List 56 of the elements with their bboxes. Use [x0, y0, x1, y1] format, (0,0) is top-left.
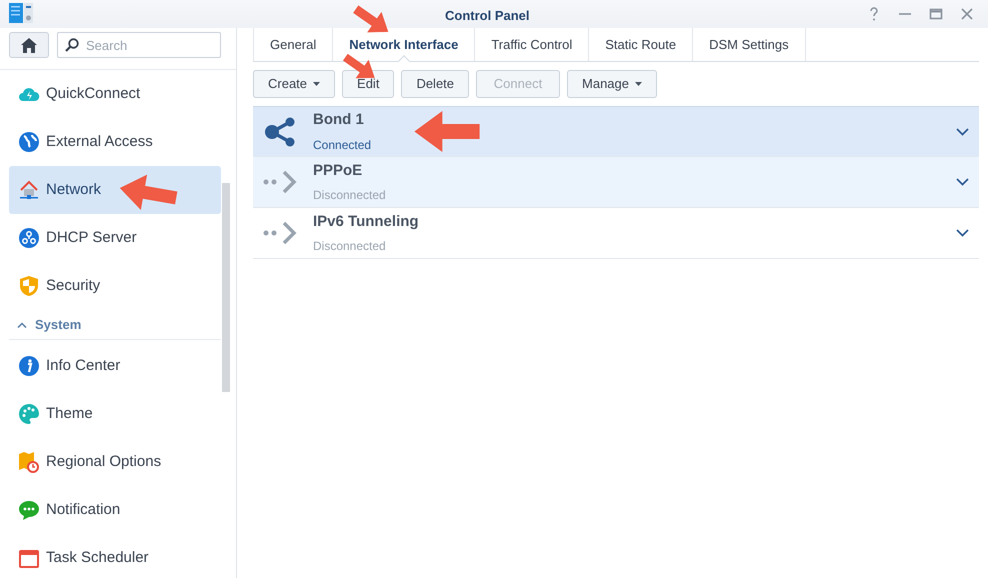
calendar-icon: [18, 547, 40, 569]
home-icon: [21, 38, 37, 52]
sidebar-item[interactable]: Theme: [9, 390, 221, 438]
interface-row[interactable]: Bond 1 Connected: [253, 106, 979, 157]
map-clock-icon: [18, 451, 40, 473]
maximize-icon: [929, 7, 943, 21]
interface-name: Bond 1: [313, 110, 365, 130]
chevron-down-icon[interactable]: [956, 229, 969, 237]
caret-icon: [313, 82, 320, 86]
interface-name: IPv6 Tunneling: [313, 212, 419, 232]
nodes-icon: [18, 227, 40, 249]
sidebar-item[interactable]: Task Scheduler: [9, 534, 221, 578]
dots-chevron-icon: [263, 169, 297, 195]
home-button[interactable]: [9, 32, 49, 58]
info-icon: [18, 355, 40, 377]
close-button[interactable]: [960, 7, 974, 21]
sidebar-item[interactable]: External Access: [9, 118, 221, 166]
maximize-button[interactable]: [929, 7, 943, 21]
app-logo-icon: [9, 3, 33, 23]
palette-icon: [18, 403, 40, 425]
sidebar-item[interactable]: Security: [9, 262, 221, 310]
search-icon: [65, 38, 79, 52]
interface-name: PPPoE: [313, 160, 364, 181]
globe-icon: [18, 131, 40, 153]
toolbar-button[interactable]: Edit: [342, 70, 394, 98]
search-field[interactable]: Search: [57, 32, 221, 58]
window-title: Control Panel: [445, 7, 530, 25]
scrollbar[interactable]: [222, 183, 230, 392]
sidebar-item[interactable]: DHCP Server: [9, 214, 221, 262]
annotation-arrow: [414, 111, 480, 152]
interface-row[interactable]: PPPoE Disconnected: [253, 157, 979, 208]
chevron-down-icon[interactable]: [956, 178, 969, 186]
house-network-icon: [18, 179, 40, 201]
tab[interactable]: DSM Settings: [693, 28, 806, 61]
shield-icon: [18, 275, 40, 297]
interface-status: Disconnected: [313, 187, 386, 204]
sidebar-item[interactable]: Network: [9, 166, 221, 214]
chevron-down-icon[interactable]: [956, 128, 969, 136]
sidebar-item[interactable]: QuickConnect: [9, 70, 221, 118]
sidebar-item[interactable]: Notification: [9, 486, 221, 534]
tab[interactable]: Traffic Control: [475, 28, 590, 61]
interface-status: Connected: [313, 136, 372, 154]
caret-icon: [635, 82, 642, 86]
share-icon: [263, 116, 297, 146]
sidebar-item[interactable]: Info Center: [9, 342, 221, 390]
toolbar-button[interactable]: Manage: [567, 70, 657, 98]
tab[interactable]: Static Route: [589, 28, 694, 61]
speech-bubble-icon: [18, 499, 40, 521]
close-icon: [960, 7, 974, 21]
tab[interactable]: General: [253, 28, 334, 61]
interface-status: Disconnected: [313, 238, 387, 256]
toolbar-button[interactable]: Delete: [401, 70, 470, 98]
toolbar-button[interactable]: Create: [253, 70, 336, 98]
section-header[interactable]: System: [9, 310, 221, 340]
sidebar-item[interactable]: Regional Options: [9, 438, 221, 486]
dots-chevron-icon: [263, 220, 297, 246]
